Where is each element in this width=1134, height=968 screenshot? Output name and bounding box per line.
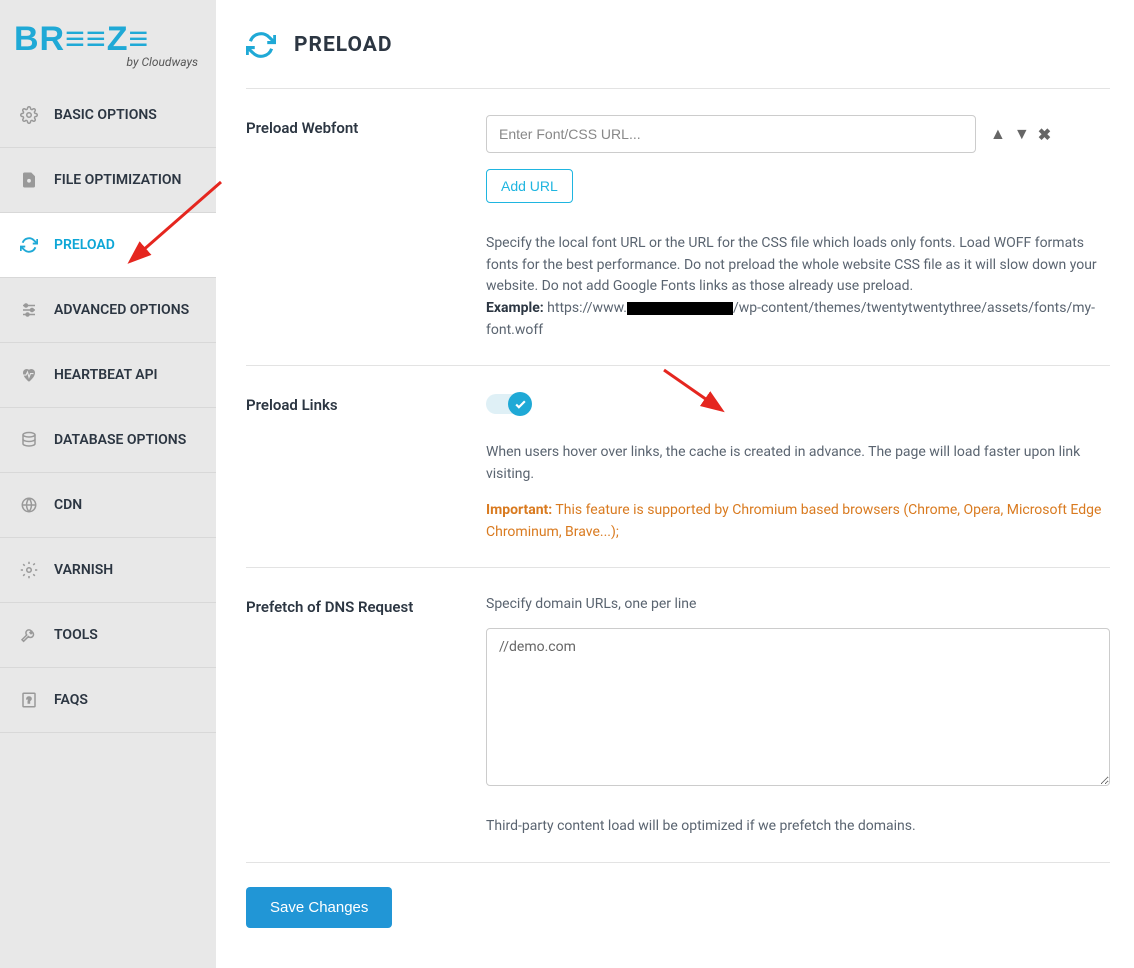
gear-icon [16,560,42,580]
logo: BR≡≡Z≡ by Cloudways [0,0,216,83]
prefetch-dns-textarea[interactable] [486,628,1110,786]
heartbeat-icon [16,365,42,385]
sidebar-item-varnish[interactable]: VARNISH [0,538,216,603]
sidebar-item-label: BASIC OPTIONS [54,107,157,123]
section-preload-webfont: Preload Webfont ▲ ▼ ✖ Add URL Specify th… [246,115,1110,366]
sliders-icon [16,300,42,320]
preload-links-toggle[interactable] [486,394,530,414]
gear-icon [16,105,42,125]
section-preload-links: Preload Links When users hover over link… [246,392,1110,568]
refresh-icon [246,30,276,60]
section-label: Preload Links [246,392,486,543]
preload-links-important: Important: This feature is supported by … [486,500,1110,543]
sidebar-item-label: VARNISH [54,562,113,578]
sidebar-item-label: DATABASE OPTIONS [54,432,186,448]
sidebar-item-cdn[interactable]: CDN [0,473,216,538]
sidebar-item-tools[interactable]: TOOLS [0,603,216,668]
webfont-help-text: Specify the local font URL or the URL fo… [486,233,1110,341]
page-title: PRELOAD [294,33,393,57]
wrench-icon [16,625,42,645]
prefetch-dns-sub: Specify domain URLs, one per line [486,594,1110,616]
sidebar-item-faqs[interactable]: ? FAQS [0,668,216,733]
move-up-icon[interactable]: ▲ [990,124,1006,144]
redacted-text [627,302,733,315]
preload-links-help: When users hover over links, the cache i… [486,442,1110,485]
add-url-button[interactable]: Add URL [486,169,573,203]
prefetch-dns-help: Third-party content load will be optimiz… [486,816,1110,838]
main-content: PRELOAD Preload Webfont ▲ ▼ ✖ Add URL Sp… [216,0,1134,968]
save-changes-button[interactable]: Save Changes [246,887,392,928]
sidebar: BR≡≡Z≡ by Cloudways BASIC OPTIONS FILE O… [0,0,216,968]
file-gear-icon [16,170,42,190]
refresh-icon [16,235,42,255]
section-label: Preload Webfont [246,115,486,341]
webfont-url-input[interactable] [486,115,976,153]
sidebar-item-database-options[interactable]: DATABASE OPTIONS [0,408,216,473]
logo-brand: BR≡≡Z≡ [14,20,202,59]
sidebar-item-label: CDN [54,497,82,513]
sidebar-item-preload[interactable]: PRELOAD [0,213,216,278]
sidebar-item-label: FAQS [54,692,88,708]
section-prefetch-dns: Prefetch of DNS Request Specify domain U… [246,594,1110,862]
sidebar-item-advanced-options[interactable]: ADVANCED OPTIONS [0,278,216,343]
globe-icon [16,495,42,515]
remove-icon[interactable]: ✖ [1038,125,1051,144]
move-down-icon[interactable]: ▼ [1014,124,1030,144]
sidebar-item-label: TOOLS [54,627,98,643]
sidebar-item-label: HEARTBEAT API [54,367,158,383]
database-icon [16,430,42,450]
page-header: PRELOAD [246,30,1110,89]
section-label: Prefetch of DNS Request [246,594,486,837]
sidebar-item-label: ADVANCED OPTIONS [54,302,189,318]
sidebar-item-basic-options[interactable]: BASIC OPTIONS [0,83,216,148]
sidebar-item-label: FILE OPTIMIZATION [54,172,181,188]
sidebar-item-heartbeat-api[interactable]: HEARTBEAT API [0,343,216,408]
svg-text:?: ? [26,696,31,705]
sidebar-item-file-optimization[interactable]: FILE OPTIMIZATION [0,148,216,213]
help-page-icon: ? [16,690,42,710]
check-icon [508,392,532,416]
sidebar-item-label: PRELOAD [54,237,115,253]
